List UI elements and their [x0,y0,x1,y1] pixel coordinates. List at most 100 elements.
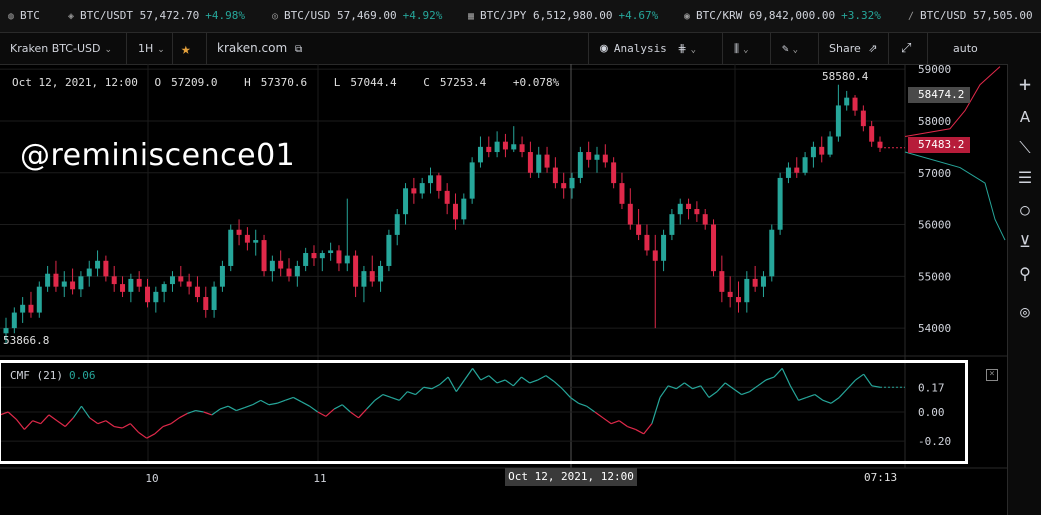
candle-body [627,203,633,225]
legend-open: O 57209.0 [154,76,218,89]
cmf-segment [480,375,490,381]
candle-body [253,240,259,243]
text-tool-icon[interactable]: A [1008,108,1041,126]
site-link[interactable]: kraken.com ⧉ [217,33,302,64]
cmf-segment [374,394,384,401]
candle-body [486,146,492,153]
jpy-icon: ▦ [468,11,475,22]
candle-body [394,214,400,235]
usd-icon: ∕ [908,11,915,22]
horizontal-lines-icon[interactable]: ☰ [1008,168,1041,187]
cmf-segment [512,376,522,387]
eye-visibility-icon[interactable]: ◎ [1008,302,1041,321]
candle-body [527,152,533,173]
cmf-tick-label: 0.00 [918,406,945,419]
candle-body [278,260,284,269]
crosshair-plus-icon[interactable]: + [1008,72,1041,96]
ticker-item[interactable]: ∕ BTC/USD 57,505.00 [908,9,1033,22]
cmf-segment [684,382,693,390]
cmf-segment [741,391,750,396]
cmf-segment [284,396,294,401]
chevron-down-icon: ⌄ [743,45,749,55]
interval-selector[interactable]: 1H ⌄ [138,33,165,64]
candle-body [153,291,159,303]
cmf-segment [455,379,465,392]
cmf-segment [48,414,58,422]
cmf-segment [309,405,319,413]
cmf-segment [781,368,791,387]
candle-body [652,250,658,261]
cmf-segment [415,386,425,395]
cmf-segment [252,399,262,406]
close-indicator-icon[interactable]: × [986,369,998,381]
candle-body [719,271,725,292]
cmf-segment [806,393,816,399]
cmf-segment [382,393,392,399]
symbol-selector[interactable]: Kraken BTC-USD ⌄ [10,33,112,64]
divider [588,33,589,64]
chart-type-button[interactable]: ⫼ ⌄ [734,33,748,64]
price-chart[interactable]: 59000 58000 57000 56000 55000 54000 0.17 0.00 -0… [0,64,1007,515]
candle-body [577,152,583,178]
candle-body [403,188,409,215]
candle-body [860,110,866,127]
cmf-segment [105,420,115,428]
cmf-segment [317,411,327,417]
candle-body [286,268,292,277]
candle-body [552,167,558,184]
fullscreen-icon[interactable]: ⤢ [901,33,911,64]
ticker-pair: BTC [20,9,40,22]
favorite-star-icon[interactable]: ★ [181,33,191,64]
candle-body [244,234,250,243]
analysis-button[interactable]: ◉ Analysis ⋕ ⌄ [600,33,696,64]
ticker-item[interactable]: ▦ BTC/JPY 6,512,980.00 +4.67% [468,9,658,22]
magnet-tool-icon[interactable]: ⚲ [1008,264,1041,283]
ticker-change: +4.98% [205,9,245,22]
draw-button[interactable]: ✎ ⌄ [782,33,798,64]
auto-scale-button[interactable]: auto [953,33,978,64]
candle-body [711,224,717,272]
candle-body [444,190,450,204]
measure-tool-icon[interactable]: ⊻ [1008,232,1041,251]
ticker-item[interactable]: ◉ BTC/KRW 69,842,000.00 +3.32% [684,9,881,22]
price-tick-label: 55000 [918,270,951,283]
time-tick-label: 11 [313,472,326,485]
candle-body [752,278,758,287]
candle-body [852,97,858,111]
cmf-segment [496,379,506,384]
ticker-item[interactable]: ◍ BTC [8,9,40,22]
cmf-segment [855,373,865,381]
candle-body [877,141,883,148]
legend-high: H 57370.6 [244,76,308,89]
candle-body [178,276,184,282]
cmf-segment [675,382,685,390]
share-button[interactable]: Share ⇗ [829,33,877,64]
krw-icon: ◉ [684,11,691,22]
cmf-segment [301,401,310,407]
ticker-pair: BTC/USD 57,469.00 [284,9,397,22]
candle-body [261,240,267,272]
low-price-marker: 53866.8 [3,334,50,347]
cmf-segment [488,375,498,384]
circle-tool-icon[interactable]: ○ [1008,200,1041,219]
candle-body [844,97,850,106]
ticker-pair: BTC/JPY 6,512,980.00 [480,9,613,22]
candle-body [519,144,525,153]
line-tool-icon[interactable]: ⟍ [1008,138,1041,158]
ticker-pair: BTC/USD 57,505.00 [920,9,1033,22]
cmf-segment [472,368,482,381]
cmf-segment [749,385,759,393]
candle-body [727,291,733,298]
candle-body [502,141,508,150]
ticker-item[interactable]: ◈ BTC/USDT 57,472.70 +4.98% [68,9,245,22]
candle-body [45,273,51,287]
ticker-pair: BTC/KRW 69,842,000.00 [696,9,836,22]
ticker-item[interactable]: ◎ BTC/USD 57,469.00 +4.92% [272,9,442,22]
candle-body [419,183,425,194]
candle-body [328,250,334,254]
candle-body [103,260,109,277]
usd-icon: ◎ [272,11,279,22]
cmf-segment [325,408,335,417]
ticker-change: +3.32% [841,9,881,22]
cmf-segment [293,396,302,403]
